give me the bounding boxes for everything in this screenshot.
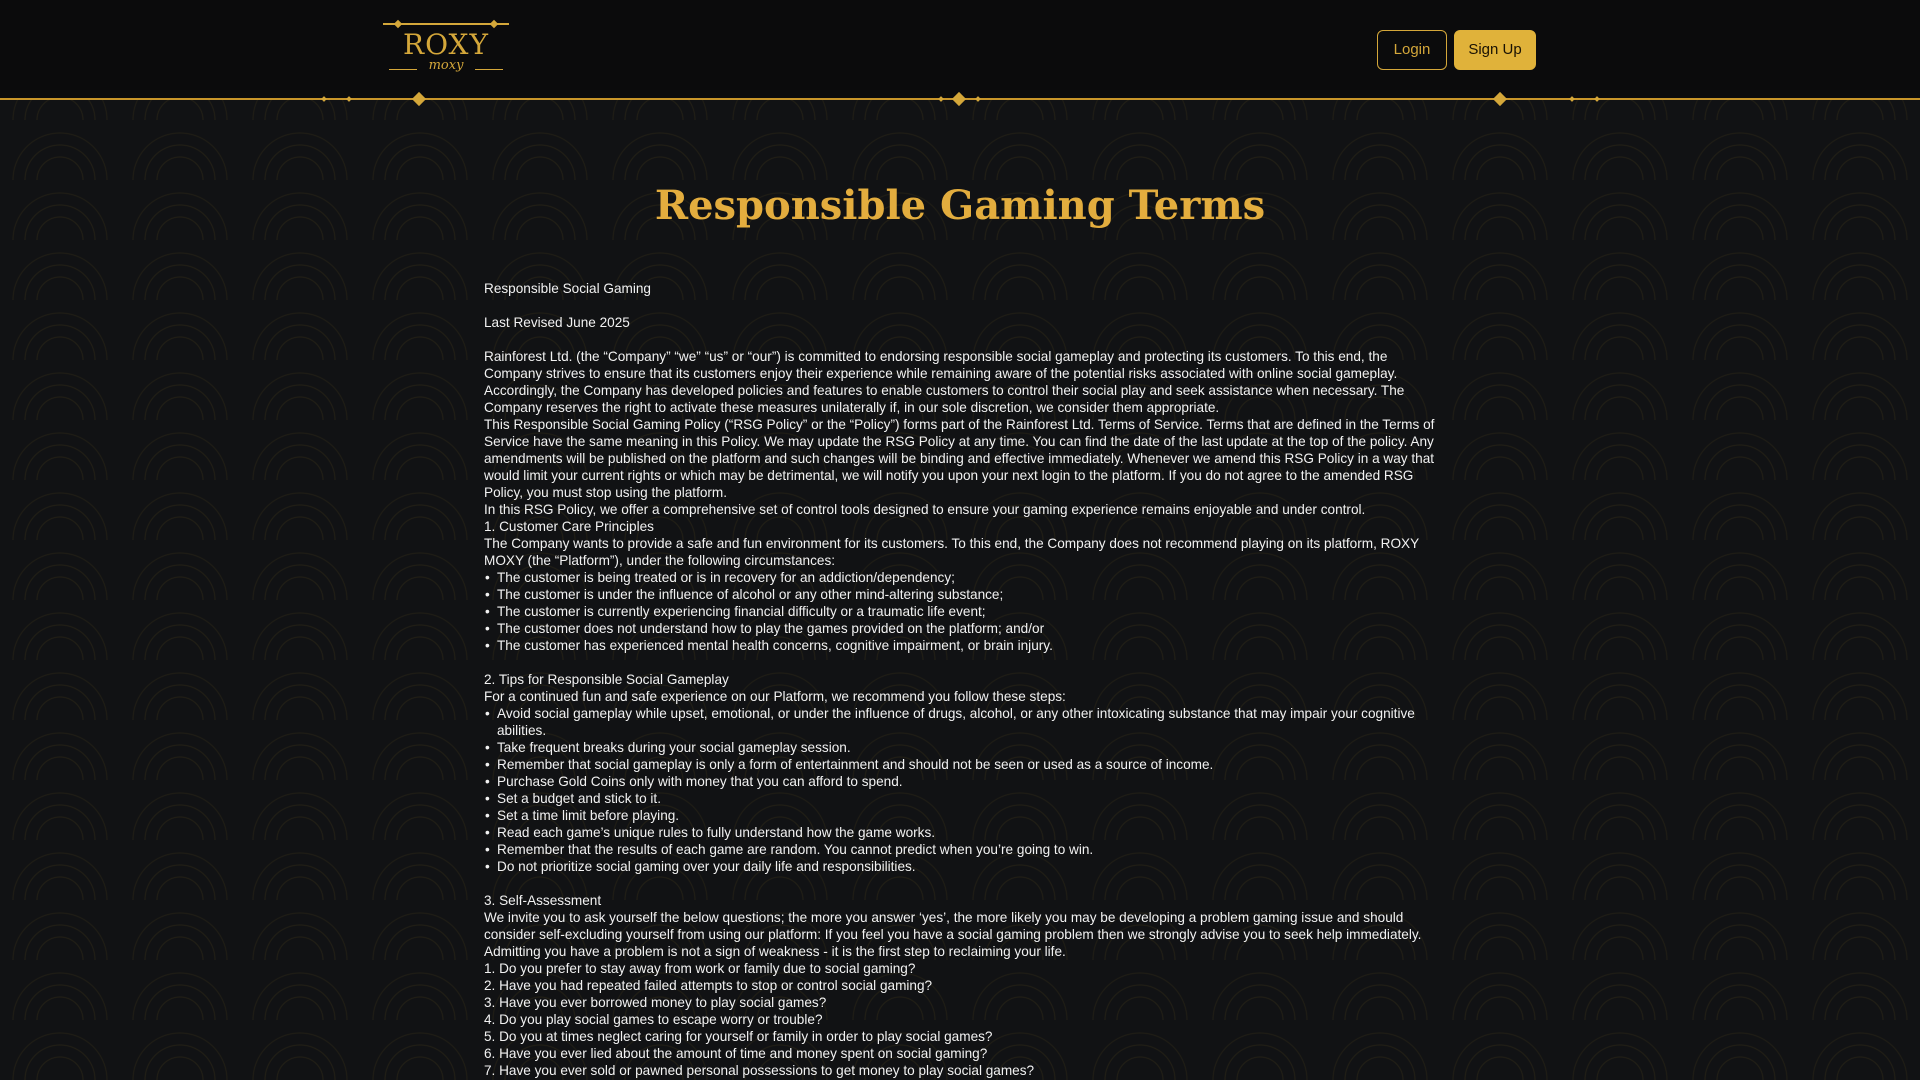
list-item: The customer is under the influence of a… — [484, 586, 1439, 603]
last-revised: Last Revised June 2025 — [484, 315, 630, 330]
section-text: For a continued fun and safe experience … — [484, 689, 1066, 704]
site-header: ROXY moxy Login Sign Up — [0, 0, 1920, 99]
intro-paragraph: Rainforest Ltd. (the “Company” “we” “us”… — [484, 349, 1405, 415]
list-item: Do not prioritize social gaming over you… — [484, 858, 1439, 875]
intro-paragraph: In this RSG Policy, we offer a comprehen… — [484, 502, 1366, 517]
logo-sub-text: moxy — [428, 58, 464, 73]
section-title: 1. Customer Care Principles — [484, 519, 654, 534]
section-title: 3. Self-Assessment — [484, 893, 602, 908]
intro-paragraph: This Responsible Social Gaming Policy (“… — [484, 417, 1435, 500]
logo-ornament — [383, 23, 509, 25]
logo-ornament-left — [389, 69, 417, 70]
logo-ornament-right — [475, 69, 503, 70]
sign-up-button[interactable]: Sign Up — [1454, 30, 1536, 70]
question-item: 6. Have you ever lied about the amount o… — [484, 1046, 988, 1061]
customer-care-list: The customer is being treated or is in r… — [484, 569, 1439, 654]
section-text: The Company wants to provide a safe and … — [484, 536, 1419, 568]
list-item: Remember that social gameplay is only a … — [484, 756, 1439, 773]
logo-brand-text: ROXY — [403, 28, 489, 61]
page-title: Responsible Gaming Terms — [654, 182, 1266, 229]
roxy-moxy-logo[interactable]: ROXY moxy — [383, 20, 509, 78]
list-item: Purchase Gold Coins only with money that… — [484, 773, 1439, 790]
list-item: The customer is currently experiencing f… — [484, 603, 1439, 620]
section-text: We invite you to ask yourself the below … — [484, 910, 1422, 959]
question-item: 3. Have you ever borrowed money to play … — [484, 995, 827, 1010]
question-item: 1. Do you prefer to stay away from work … — [484, 961, 916, 976]
question-item: 2. Have you had repeated failed attempts… — [484, 978, 933, 993]
section-title: 2. Tips for Responsible Social Gameplay — [484, 672, 729, 687]
login-button[interactable]: Login — [1377, 30, 1447, 70]
terms-content: Responsible Social Gaming Last Revised J… — [484, 280, 1439, 1079]
list-item: The customer is being treated or is in r… — [484, 569, 1439, 586]
list-item: Set a budget and stick to it. — [484, 790, 1439, 807]
list-item: The customer does not understand how to … — [484, 620, 1439, 637]
list-item: Remember that the results of each game a… — [484, 841, 1439, 858]
tips-list: Avoid social gameplay while upset, emoti… — [484, 705, 1439, 875]
terms-heading: Responsible Social Gaming — [484, 281, 651, 296]
question-item: 7. Have you ever sold or pawned personal… — [484, 1063, 1035, 1078]
list-item: Read each game’s unique rules to fully u… — [484, 824, 1439, 841]
question-item: 5. Do you at times neglect caring for yo… — [484, 1029, 993, 1044]
list-item: The customer has experienced mental heal… — [484, 637, 1439, 654]
list-item: Avoid social gameplay while upset, emoti… — [484, 705, 1439, 739]
list-item: Set a time limit before playing. — [484, 807, 1439, 824]
self-assessment-questions: 1. Do you prefer to stay away from work … — [484, 960, 1439, 1079]
list-item: Take frequent breaks during your social … — [484, 739, 1439, 756]
question-item: 4. Do you play social games to escape wo… — [484, 1012, 823, 1027]
